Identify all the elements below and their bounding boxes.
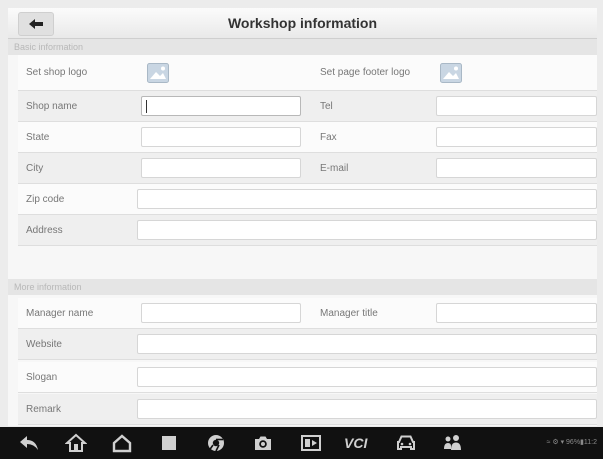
zip-input[interactable] [137, 189, 597, 209]
car-icon[interactable] [395, 433, 417, 453]
status-bar: ≈ ⚙ ▾ 96%▮11:2 [546, 439, 597, 446]
stop-icon[interactable] [158, 433, 180, 453]
tel-label: Tel [320, 101, 333, 112]
manager-name-input[interactable] [141, 303, 301, 323]
manager-row: Manager name Manager title [18, 298, 597, 329]
state-row: State Fax [18, 122, 597, 153]
remark-input[interactable] [137, 399, 597, 419]
shop-name-row: Shop name Tel [18, 91, 597, 122]
manager-title-label: Manager title [320, 308, 378, 319]
address-label: Address [26, 225, 63, 236]
camera-icon[interactable] [252, 433, 274, 453]
shop-logo-label: Set shop logo [26, 67, 88, 78]
slogan-input[interactable] [137, 367, 597, 387]
manager-title-input[interactable] [436, 303, 597, 323]
home-icon[interactable] [65, 433, 87, 453]
chrome-icon[interactable] [205, 433, 227, 453]
people-icon[interactable] [442, 433, 464, 453]
city-row: City E-mail [18, 153, 597, 184]
shop-name-label: Shop name [26, 101, 78, 112]
slogan-label: Slogan [26, 372, 58, 383]
email-input[interactable] [436, 158, 597, 178]
state-input[interactable] [141, 127, 301, 147]
website-label: Website [26, 339, 62, 350]
text-cursor [146, 100, 147, 113]
manager-name-label: Manager name [26, 308, 94, 319]
website-input[interactable] [137, 334, 597, 354]
zip-label: Zip code [26, 194, 65, 205]
system-navigation-bar: VCI ≈ ⚙ ▾ 96%▮11:2 [0, 427, 603, 459]
section-header-basic: Basic information [8, 39, 597, 55]
state-label: State [26, 132, 50, 143]
footer-logo-label: Set page footer logo [320, 67, 411, 78]
back-icon[interactable] [18, 433, 40, 453]
footer-logo-image-icon[interactable] [440, 63, 462, 83]
screen-record-icon[interactable] [300, 433, 322, 453]
house-icon[interactable] [111, 433, 133, 453]
zip-row: Zip code [18, 184, 597, 215]
shop-logo-image-icon[interactable] [147, 63, 169, 83]
app-window: Workshop information Basic information S… [0, 0, 603, 459]
shop-name-input[interactable] [141, 96, 301, 116]
tel-input[interactable] [436, 96, 597, 116]
remark-row: Remark [18, 394, 597, 425]
page-title: Workshop information [227, 15, 378, 31]
remark-label: Remark [26, 404, 62, 415]
slogan-row: Slogan [18, 362, 597, 393]
title-bar: Workshop information [8, 8, 597, 39]
address-row: Address [18, 215, 597, 246]
website-row: Website [18, 329, 597, 360]
address-input[interactable] [137, 220, 597, 240]
fax-label: Fax [320, 132, 337, 143]
form-content[interactable]: Basic information Set shop logo Set page… [8, 39, 597, 426]
logo-row: Set shop logo Set page footer logo [18, 55, 597, 91]
email-label: E-mail [320, 163, 349, 174]
city-label: City [26, 163, 44, 174]
vci-icon[interactable]: VCI [344, 435, 367, 451]
section-header-more: More information [8, 279, 597, 295]
city-input[interactable] [141, 158, 301, 178]
fax-input[interactable] [436, 127, 597, 147]
